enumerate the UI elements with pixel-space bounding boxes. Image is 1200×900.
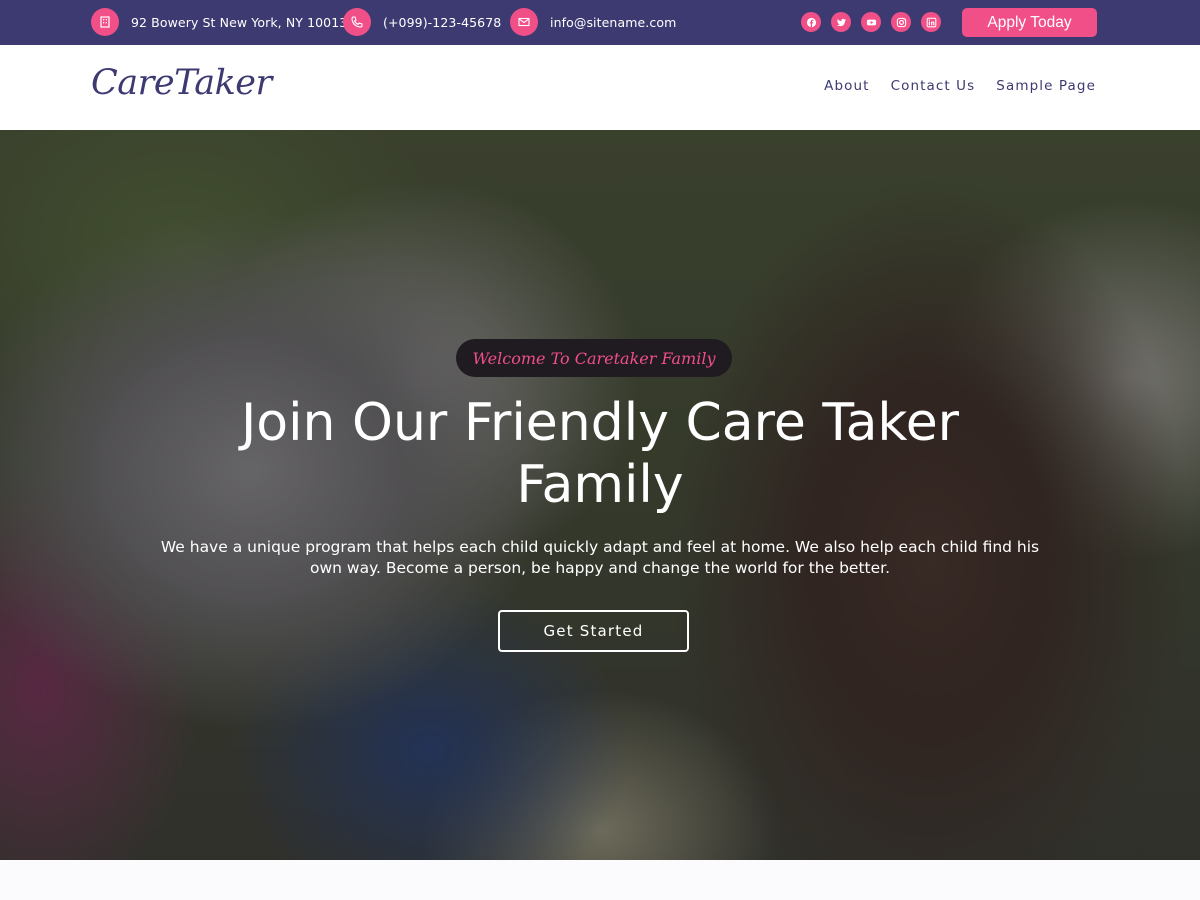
- apply-today-button[interactable]: Apply Today: [962, 8, 1097, 37]
- phone-icon: [343, 8, 371, 36]
- nav-sample-page[interactable]: Sample Page: [996, 78, 1096, 94]
- nav-contact-us[interactable]: Contact Us: [891, 78, 976, 94]
- email-item[interactable]: info@sitename.com: [510, 8, 676, 36]
- instagram-icon[interactable]: [891, 12, 911, 32]
- facebook-icon[interactable]: [801, 12, 821, 32]
- next-section: [0, 860, 1200, 900]
- social-links: [801, 12, 941, 32]
- top-bar: 92 Bowery St New York, NY 10013 (+099)-1…: [0, 0, 1200, 45]
- building-icon: [91, 8, 119, 36]
- hero-section: Welcome To Caretaker Family Join Our Fri…: [0, 130, 1200, 860]
- get-started-button[interactable]: Get Started: [498, 610, 689, 652]
- welcome-badge: Welcome To Caretaker Family: [456, 339, 732, 377]
- main-nav: About Contact Us Sample Page: [824, 78, 1096, 94]
- hero-title: Join Our Friendly Care Taker Family: [240, 393, 960, 515]
- hero-description: We have a unique program that helps each…: [160, 538, 1040, 577]
- youtube-icon[interactable]: [861, 12, 881, 32]
- twitter-icon[interactable]: [831, 12, 851, 32]
- phone-item[interactable]: (+099)-123-45678: [343, 8, 501, 36]
- envelope-icon: [510, 8, 538, 36]
- site-header: CareTaker About Contact Us Sample Page: [0, 45, 1200, 130]
- address-text: 92 Bowery St New York, NY 10013: [131, 14, 348, 30]
- phone-text[interactable]: (+099)-123-45678: [383, 15, 501, 30]
- address-item: 92 Bowery St New York, NY 10013: [91, 8, 347, 36]
- nav-about[interactable]: About: [824, 78, 869, 94]
- email-text[interactable]: info@sitename.com: [550, 15, 676, 30]
- site-logo[interactable]: CareTaker: [91, 63, 272, 103]
- linkedin-icon[interactable]: [921, 12, 941, 32]
